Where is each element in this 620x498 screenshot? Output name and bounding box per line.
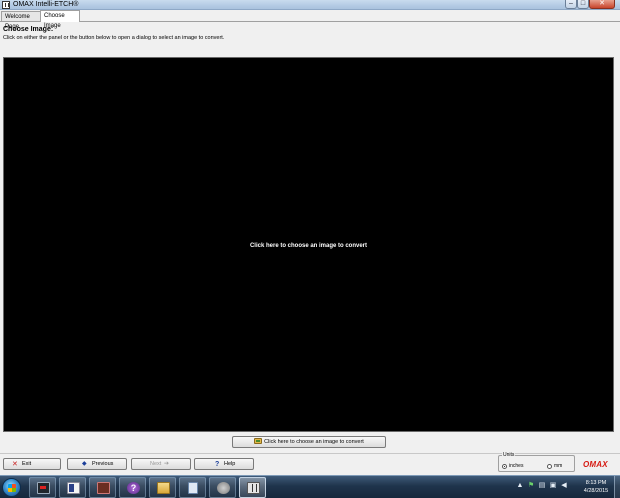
- units-group: Units inches mm: [498, 452, 575, 472]
- help-icon: ?: [127, 482, 140, 494]
- help-button-label: Help: [224, 461, 236, 467]
- choose-image-button[interactable]: Click here to choose an image to convert: [232, 436, 386, 448]
- title-bar: OMAX Intelli-ETCH® – □ ✕: [0, 0, 620, 10]
- app-icon: [247, 482, 260, 494]
- gear-icon: [217, 482, 230, 494]
- next-arrow-icon: ➔: [164, 461, 170, 467]
- previous-button[interactable]: ◆ Previous: [67, 458, 127, 470]
- choose-image-button-label: Click here to choose an image to convert: [264, 439, 364, 445]
- network-icon[interactable]: ▤: [538, 482, 546, 490]
- document-icon: [67, 482, 80, 494]
- exit-icon: ✕: [12, 461, 18, 468]
- close-button[interactable]: ✕: [589, 0, 615, 9]
- units-inches-label: inches: [509, 463, 524, 469]
- taskbar-document-app[interactable]: [59, 477, 86, 498]
- speaker-icon[interactable]: ◀: [560, 482, 568, 490]
- exit-button-label: Exit: [22, 461, 32, 467]
- flag-icon[interactable]: ⚑: [527, 482, 535, 490]
- taskbar-settings-app[interactable]: [209, 477, 236, 498]
- units-inches-radio[interactable]: inches: [502, 462, 532, 470]
- window-title: OMAX Intelli-ETCH®: [13, 1, 79, 8]
- next-button-label: Next: [150, 461, 162, 467]
- clock-date: 4/28/2015: [583, 488, 609, 494]
- show-desktop-button[interactable]: [614, 476, 620, 498]
- units-mm-label: mm: [554, 463, 563, 469]
- media-icon: [97, 482, 110, 494]
- exit-button[interactable]: ✕ Exit: [3, 458, 61, 470]
- system-tray: ▲ ⚑ ▤ ▣ ◀: [516, 482, 576, 492]
- minimize-button[interactable]: –: [565, 0, 577, 9]
- units-mm-radio[interactable]: mm: [547, 462, 567, 470]
- taskbar-clock[interactable]: 8:13 PM 4/28/2015: [576, 479, 616, 495]
- taskbar-file-explorer-app[interactable]: [149, 477, 176, 498]
- taskbar: ? ▲ ⚑ ▤ ▣ ◀ 8:13 PM 4/28/2015: [0, 475, 620, 498]
- folder-open-icon: [254, 438, 263, 444]
- monitor-icon[interactable]: ▣: [549, 482, 557, 490]
- notepad-icon: [188, 482, 198, 494]
- image-panel-prompt: Click here to choose an image to convert: [249, 243, 368, 249]
- taskbar-intelli-etch-app[interactable]: [239, 477, 266, 498]
- terminal-icon: [37, 482, 50, 494]
- previous-button-label: Previous: [92, 461, 114, 467]
- radio-selected-icon: [502, 464, 507, 469]
- units-legend: Units: [502, 452, 516, 458]
- app-icon: [2, 1, 10, 9]
- next-button[interactable]: Next ➔: [131, 458, 191, 470]
- help-question-icon: ?: [215, 461, 220, 468]
- taskbar-help-app[interactable]: ?: [119, 477, 146, 498]
- tray-expand-icon[interactable]: ▲: [516, 482, 524, 490]
- taskbar-notes-app[interactable]: [179, 477, 206, 498]
- tab-divider: [0, 21, 620, 22]
- clock-time: 8:13 PM: [585, 480, 607, 486]
- radio-unselected-icon: [547, 464, 552, 469]
- previous-arrow-icon: ◆: [82, 461, 87, 467]
- nav-divider: [0, 453, 620, 454]
- tab-choose-image[interactable]: Choose Image: [40, 10, 80, 29]
- maximize-button[interactable]: □: [577, 0, 589, 9]
- omax-logo: OMAX: [583, 460, 608, 469]
- image-panel[interactable]: Click here to choose an image to convert: [3, 57, 614, 432]
- help-button[interactable]: ? Help: [194, 458, 254, 470]
- page-instructions: Click on either the panel or the button …: [3, 35, 225, 41]
- taskbar-media-app[interactable]: [89, 477, 116, 498]
- folder-icon: [157, 482, 170, 494]
- taskbar-terminal-app[interactable]: [29, 477, 56, 498]
- start-button[interactable]: [2, 478, 21, 497]
